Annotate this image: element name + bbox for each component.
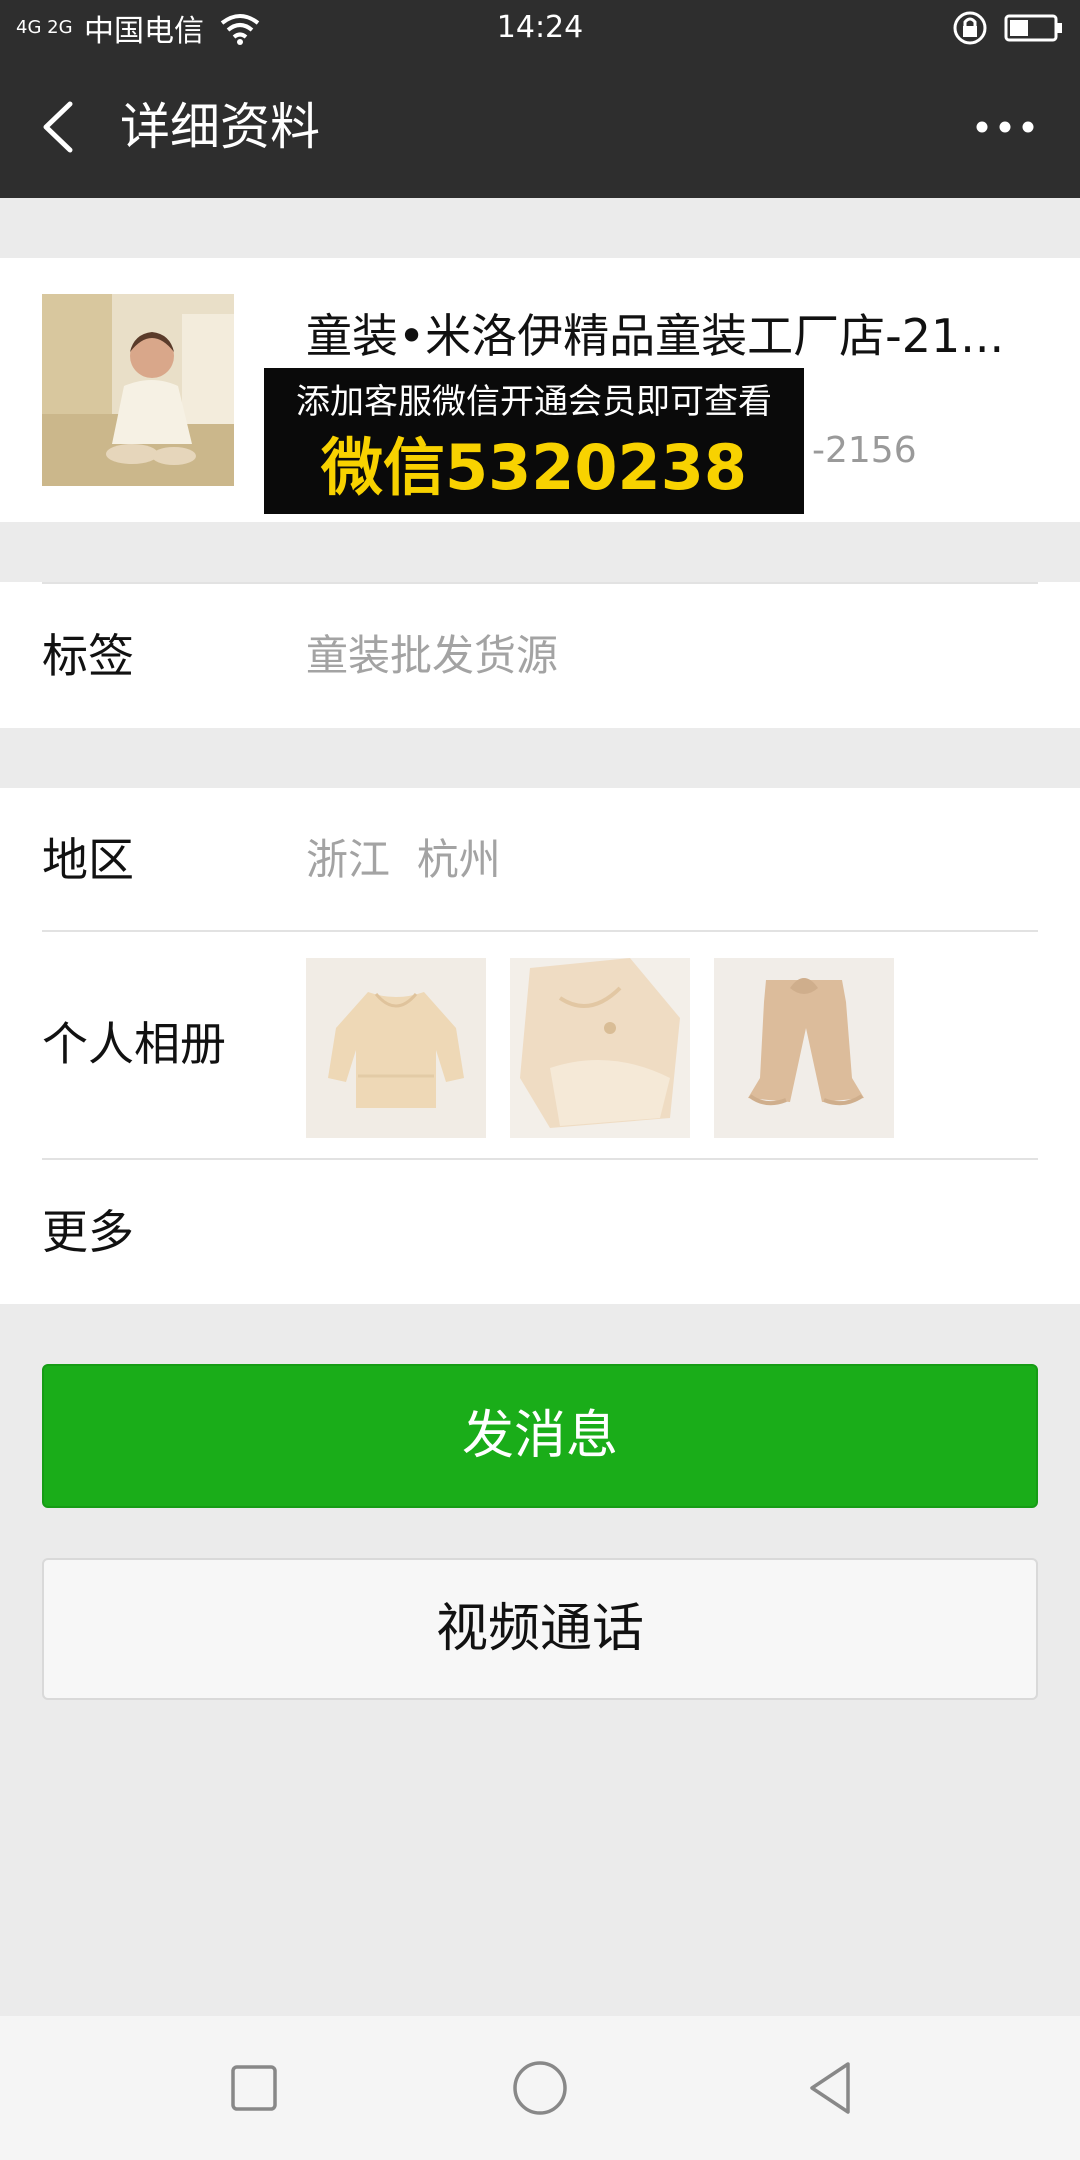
battery-icon bbox=[1004, 14, 1062, 42]
send-message-button[interactable]: 发消息 bbox=[42, 1364, 1038, 1508]
album-photo-1[interactable] bbox=[306, 958, 486, 1138]
square-icon[interactable] bbox=[218, 2052, 290, 2124]
triangle-back-icon[interactable] bbox=[794, 2052, 866, 2124]
album-photo-3[interactable] bbox=[714, 958, 894, 1138]
system-nav-bar bbox=[0, 2016, 1080, 2160]
tags-section: 标签 童装批发货源 bbox=[0, 582, 1080, 728]
video-call-button[interactable]: 视频通话 bbox=[42, 1558, 1038, 1700]
region-row: 地区 浙江 杭州 bbox=[0, 788, 1080, 930]
album-row[interactable]: 个人相册 bbox=[0, 932, 1080, 1158]
status-time: 14:24 bbox=[496, 10, 584, 45]
circle-icon[interactable] bbox=[504, 2052, 576, 2124]
chevron-left-icon[interactable] bbox=[30, 92, 100, 162]
more-label: 更多 bbox=[42, 1205, 134, 1259]
status-bar: 4G 2G 中国电信 14:24 bbox=[0, 0, 1080, 56]
page-title: 详细资料 bbox=[120, 98, 320, 156]
title-bar: 详细资料 bbox=[0, 56, 1080, 198]
ad-line1: 添加客服微信开通会员即可查看 bbox=[296, 382, 772, 422]
profile-name: 童装•米洛伊精品童装工厂店-21... bbox=[306, 309, 1005, 363]
ad-overlay-banner: 添加客服微信开通会员即可查看 微信5320238 bbox=[264, 368, 804, 514]
tags-label: 标签 bbox=[42, 629, 134, 683]
profile-id-suffix: -2156 bbox=[812, 430, 917, 471]
status-right bbox=[952, 8, 1064, 48]
profile-card[interactable]: 童装•米洛伊精品童装工厂店-21... -2156 添加客服微信开通会员即可查看… bbox=[0, 258, 1080, 522]
pants-photo bbox=[714, 958, 894, 1138]
details-section: 地区 浙江 杭州 个人相册 更多 bbox=[0, 788, 1080, 1304]
album-label: 个人相册 bbox=[42, 1017, 226, 1071]
lace-dress-photo bbox=[510, 958, 690, 1138]
album-photo-2[interactable] bbox=[510, 958, 690, 1138]
tags-row[interactable]: 标签 童装批发货源 bbox=[0, 582, 1080, 728]
region-label: 地区 bbox=[42, 833, 134, 887]
lock-icon bbox=[953, 11, 987, 45]
tags-value: 童装批发货源 bbox=[306, 631, 559, 680]
blouse-photo bbox=[306, 958, 486, 1138]
more-row[interactable]: 更多 bbox=[0, 1160, 1080, 1304]
more-icon[interactable] bbox=[960, 92, 1050, 162]
avatar-image bbox=[42, 294, 234, 486]
region-value: 浙江 杭州 bbox=[306, 835, 501, 884]
avatar[interactable] bbox=[42, 294, 234, 486]
ad-line2: 微信5320238 bbox=[321, 431, 747, 504]
